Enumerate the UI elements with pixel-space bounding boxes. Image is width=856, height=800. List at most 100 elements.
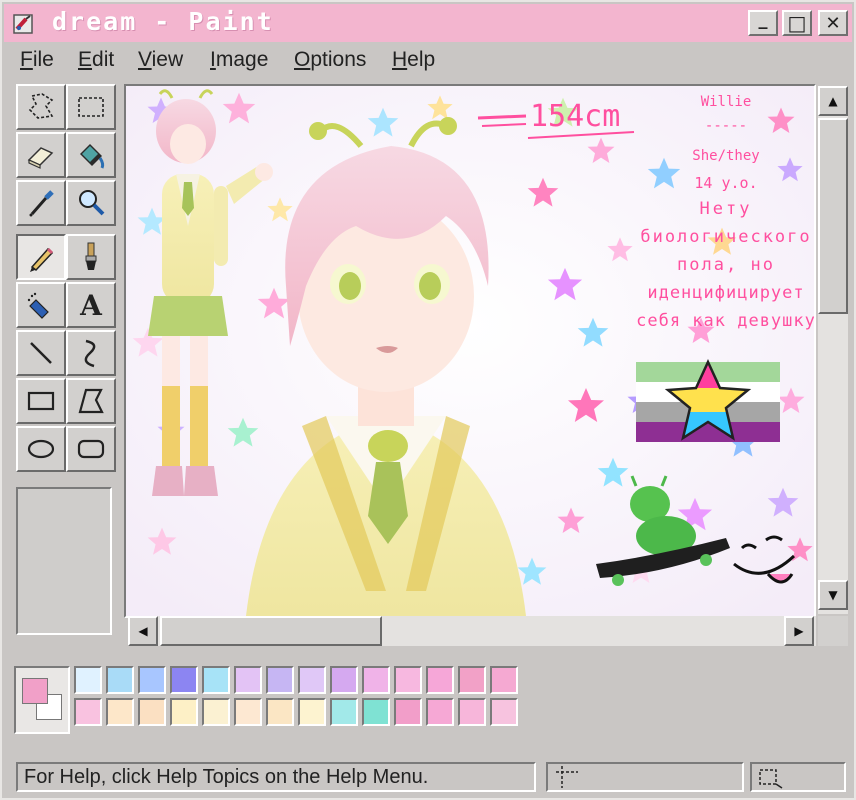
- palette-swatch[interactable]: [330, 666, 358, 694]
- tool-rounded-rectangle[interactable]: [66, 426, 116, 472]
- menu-edit-label: dit: [92, 48, 115, 71]
- palette-swatch[interactable]: [426, 698, 454, 726]
- palette-swatch[interactable]: [330, 698, 358, 726]
- tool-text[interactable]: A: [66, 282, 116, 328]
- palette-swatch[interactable]: [458, 666, 486, 694]
- vertical-scroll-thumb[interactable]: [818, 118, 848, 314]
- minimize-button[interactable]: _: [748, 9, 778, 36]
- palette-swatch[interactable]: [490, 666, 518, 694]
- menu-options-accel: O: [294, 48, 311, 71]
- tool-rectangle[interactable]: [16, 378, 66, 424]
- tool-pencil[interactable]: [16, 234, 66, 280]
- close-icon: ✕: [825, 12, 841, 34]
- cursor-position-icon: [556, 766, 578, 788]
- info-pronouns: She/they: [692, 148, 759, 164]
- menu-image[interactable]: Image: [210, 48, 268, 72]
- palette-swatch[interactable]: [74, 698, 102, 726]
- pencil-icon: [30, 247, 54, 272]
- pride-flag: [636, 359, 780, 442]
- maximize-icon: □: [787, 11, 807, 35]
- menu-options-label: ptions: [310, 48, 367, 71]
- scroll-left-button[interactable]: ◀: [128, 616, 158, 646]
- tool-brush[interactable]: [66, 234, 116, 280]
- tool-polygon[interactable]: [66, 378, 116, 424]
- brush-icon: [85, 242, 97, 270]
- tool-select[interactable]: [66, 84, 116, 130]
- menu-help-label: elp: [407, 48, 436, 71]
- rounded-rectangle-icon: [77, 439, 105, 459]
- tool-fill[interactable]: [66, 132, 116, 178]
- tool-ellipse[interactable]: [16, 426, 66, 472]
- palette-swatch[interactable]: [266, 666, 294, 694]
- curve-icon: [84, 339, 96, 368]
- palette-swatch[interactable]: [426, 666, 454, 694]
- menu-bar: File Edit View Image Options Help: [4, 44, 852, 78]
- tool-line[interactable]: [16, 330, 66, 376]
- arrow-right-icon: ▶: [794, 624, 804, 638]
- palette-swatch[interactable]: [394, 698, 422, 726]
- scroll-up-button[interactable]: ▲: [818, 86, 848, 116]
- line-icon: [30, 342, 52, 364]
- menu-edit-accel: E: [78, 48, 93, 71]
- menu-view[interactable]: View: [138, 48, 183, 72]
- close-button[interactable]: ✕: [818, 10, 848, 36]
- palette-swatch[interactable]: [106, 698, 134, 726]
- palette-swatch[interactable]: [298, 698, 326, 726]
- tool-color-picker[interactable]: [16, 180, 66, 226]
- free-form-select-icon: [28, 93, 54, 119]
- palette-swatch[interactable]: [74, 666, 102, 694]
- fill-icon: [80, 144, 105, 169]
- tool-curve[interactable]: [66, 330, 116, 376]
- palette-swatch[interactable]: [202, 698, 230, 726]
- palette-swatch[interactable]: [362, 666, 390, 694]
- menu-file-accel: F: [20, 48, 33, 71]
- info-line-2: биологического: [640, 227, 811, 247]
- palette-swatch[interactable]: [298, 666, 326, 694]
- palette-swatch[interactable]: [234, 666, 262, 694]
- menu-file[interactable]: File: [20, 48, 54, 72]
- title-bar[interactable]: dream - Paint _ □ ✕: [4, 4, 852, 42]
- menu-file-label: ile: [32, 48, 54, 71]
- info-line-3: пола, но: [677, 255, 775, 275]
- horizontal-scroll-thumb[interactable]: [160, 616, 382, 646]
- status-bar: For Help, click Help Topics on the Help …: [10, 754, 850, 794]
- palette-swatch[interactable]: [266, 698, 294, 726]
- arrow-left-icon: ◀: [138, 624, 148, 638]
- palette-swatch[interactable]: [106, 666, 134, 694]
- menu-options[interactable]: Options: [294, 48, 366, 72]
- palette-swatch[interactable]: [202, 666, 230, 694]
- height-label: 154cm: [530, 99, 620, 134]
- paint-app-icon: [13, 14, 33, 34]
- palette-swatch[interactable]: [362, 698, 390, 726]
- scroll-down-button[interactable]: ▼: [818, 580, 848, 610]
- palette-swatch[interactable]: [138, 666, 166, 694]
- primary-color-swatch[interactable]: [22, 678, 48, 704]
- tool-airbrush[interactable]: [16, 282, 66, 328]
- arrow-up-icon: ▲: [828, 94, 838, 108]
- tool-magnifier[interactable]: [66, 180, 116, 226]
- menu-image-label: mage: [215, 48, 269, 71]
- color-picker-icon: [29, 190, 54, 217]
- palette-swatch[interactable]: [394, 666, 422, 694]
- vertical-scrollbar[interactable]: ▲ ▼: [818, 86, 848, 614]
- tool-options-panel[interactable]: [16, 487, 112, 635]
- tool-free-form-select[interactable]: [16, 84, 66, 130]
- current-colors-box[interactable]: [14, 666, 70, 734]
- palette-swatch[interactable]: [458, 698, 486, 726]
- tool-eraser[interactable]: [16, 132, 66, 178]
- magnifier-icon: [79, 190, 105, 216]
- drawing-canvas[interactable]: 154cm Willie ----- She/they 14 y.o. Нету…: [124, 84, 816, 618]
- artwork: 154cm Willie ----- She/they 14 y.o. Нету…: [126, 86, 814, 616]
- palette-swatch[interactable]: [170, 698, 198, 726]
- palette-swatch[interactable]: [170, 666, 198, 694]
- horizontal-scrollbar[interactable]: ◀ ▶: [128, 616, 816, 646]
- menu-help[interactable]: Help: [392, 48, 435, 72]
- palette-swatch[interactable]: [234, 698, 262, 726]
- scroll-corner: [818, 616, 848, 646]
- menu-edit[interactable]: Edit: [78, 48, 114, 72]
- maximize-button[interactable]: □: [782, 10, 812, 36]
- palette-swatch[interactable]: [490, 698, 518, 726]
- rectangle-icon: [27, 391, 55, 411]
- palette-swatch[interactable]: [138, 698, 166, 726]
- scroll-right-button[interactable]: ▶: [784, 616, 814, 646]
